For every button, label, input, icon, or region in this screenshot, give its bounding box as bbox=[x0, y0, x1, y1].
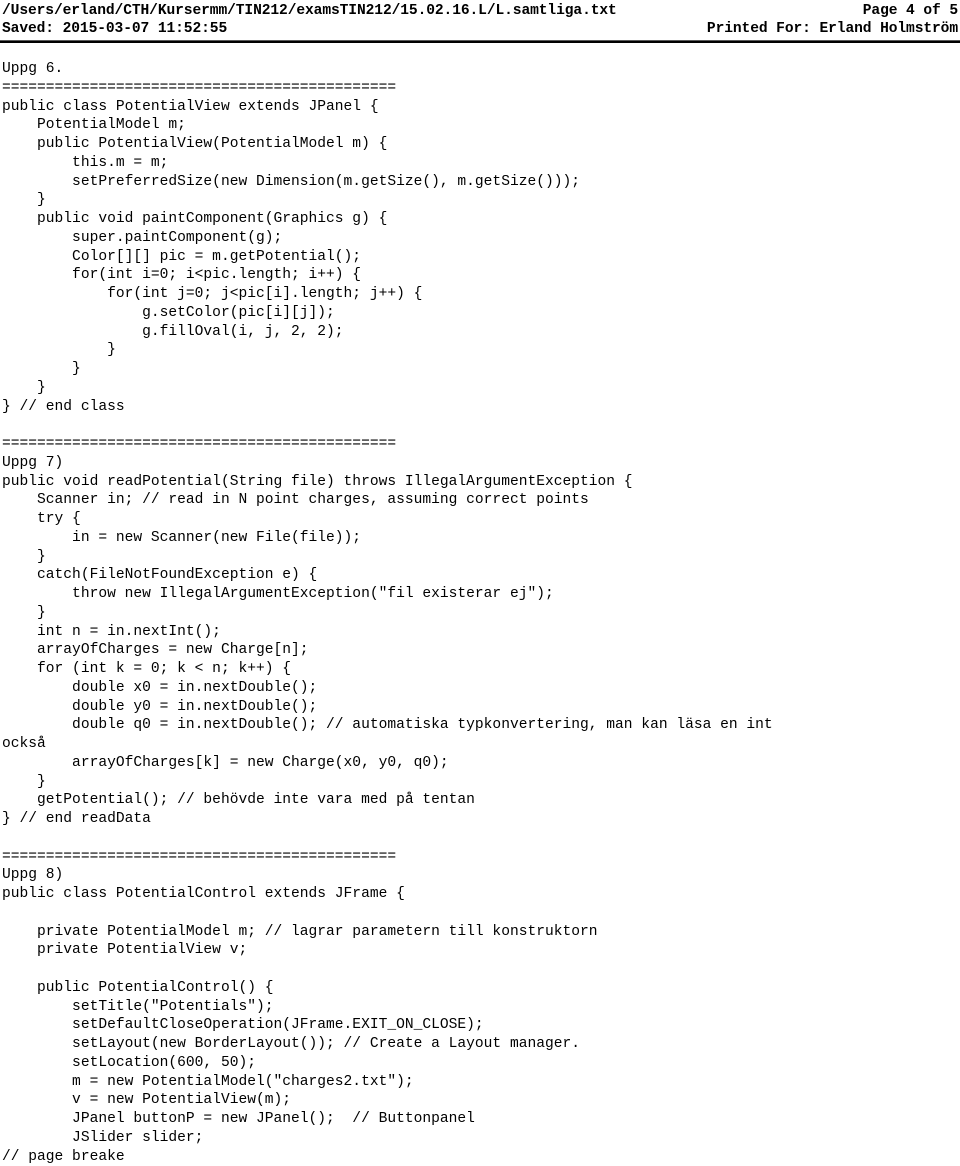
code-line: g.setColor(pic[i][j]); bbox=[2, 304, 958, 323]
print-header-row-top: /Users/erland/CTH/Kursermm/TIN212/examsT… bbox=[2, 2, 958, 20]
code-line: for(int j=0; j<pic[i].length; j++) { bbox=[2, 285, 958, 304]
code-line: ========================================… bbox=[2, 79, 958, 98]
code-line: try { bbox=[2, 510, 958, 529]
code-line: double x0 = in.nextDouble(); bbox=[2, 679, 958, 698]
print-header: /Users/erland/CTH/Kursermm/TIN212/examsT… bbox=[0, 0, 960, 38]
code-line: double q0 = in.nextDouble(); // automati… bbox=[2, 716, 958, 735]
code-line: public class PotentialControl extends JF… bbox=[2, 885, 958, 904]
code-line bbox=[2, 829, 958, 848]
code-line: private PotentialModel m; // lagrar para… bbox=[2, 923, 958, 942]
printed-for-label: Printed For: Erland Holmström bbox=[707, 20, 958, 38]
code-line: } // end readData bbox=[2, 810, 958, 829]
code-line: in = new Scanner(new File(file)); bbox=[2, 529, 958, 548]
code-line: Uppg 6. bbox=[2, 60, 958, 79]
code-line: setTitle("Potentials"); bbox=[2, 998, 958, 1017]
printed-document-page: /Users/erland/CTH/Kursermm/TIN212/examsT… bbox=[0, 0, 960, 1164]
code-line: for (int k = 0; k < n; k++) { bbox=[2, 660, 958, 679]
page-number-label: Page 4 of 5 bbox=[863, 2, 958, 20]
code-line: super.paintComponent(g); bbox=[2, 229, 958, 248]
code-line: Uppg 8) bbox=[2, 866, 958, 885]
code-line: public void readPotential(String file) t… bbox=[2, 473, 958, 492]
code-line: setLayout(new BorderLayout()); // Create… bbox=[2, 1035, 958, 1054]
code-line: } bbox=[2, 604, 958, 623]
source-code-listing: Uppg 6.=================================… bbox=[0, 60, 960, 1166]
code-line: setDefaultCloseOperation(JFrame.EXIT_ON_… bbox=[2, 1016, 958, 1035]
code-line: int n = in.nextInt(); bbox=[2, 623, 958, 642]
code-line: ========================================… bbox=[2, 435, 958, 454]
code-line: } bbox=[2, 341, 958, 360]
code-line: } bbox=[2, 773, 958, 792]
code-line: public void paintComponent(Graphics g) { bbox=[2, 210, 958, 229]
code-line: också bbox=[2, 735, 958, 754]
code-line: } bbox=[2, 379, 958, 398]
code-line bbox=[2, 904, 958, 923]
code-line: Uppg 7) bbox=[2, 454, 958, 473]
code-line: v = new PotentialView(m); bbox=[2, 1091, 958, 1110]
code-line: double y0 = in.nextDouble(); bbox=[2, 698, 958, 717]
code-line: for(int i=0; i<pic.length; i++) { bbox=[2, 266, 958, 285]
code-line: public PotentialView(PotentialModel m) { bbox=[2, 135, 958, 154]
code-line: } bbox=[2, 548, 958, 567]
code-line: arrayOfCharges[k] = new Charge(x0, y0, q… bbox=[2, 754, 958, 773]
code-line: getPotential(); // behövde inte vara med… bbox=[2, 791, 958, 810]
code-line: public PotentialControl() { bbox=[2, 979, 958, 998]
file-path-label: /Users/erland/CTH/Kursermm/TIN212/examsT… bbox=[2, 2, 617, 20]
code-line: JSlider slider; bbox=[2, 1129, 958, 1148]
code-line: this.m = m; bbox=[2, 154, 958, 173]
code-line: private PotentialView v; bbox=[2, 941, 958, 960]
code-line: JPanel buttonP = new JPanel(); // Button… bbox=[2, 1110, 958, 1129]
code-line: public class PotentialView extends JPane… bbox=[2, 98, 958, 117]
code-line: PotentialModel m; bbox=[2, 116, 958, 135]
code-line: Color[][] pic = m.getPotential(); bbox=[2, 248, 958, 267]
saved-timestamp-label: Saved: 2015-03-07 11:52:55 bbox=[2, 20, 227, 38]
header-divider-rule bbox=[0, 40, 960, 43]
code-line: Scanner in; // read in N point charges, … bbox=[2, 491, 958, 510]
code-line: arrayOfCharges = new Charge[n]; bbox=[2, 641, 958, 660]
code-line bbox=[2, 416, 958, 435]
code-line: } bbox=[2, 191, 958, 210]
code-line: setLocation(600, 50); bbox=[2, 1054, 958, 1073]
code-line: g.fillOval(i, j, 2, 2); bbox=[2, 323, 958, 342]
code-line: catch(FileNotFoundException e) { bbox=[2, 566, 958, 585]
print-header-row-bottom: Saved: 2015-03-07 11:52:55 Printed For: … bbox=[2, 20, 958, 38]
code-line: m = new PotentialModel("charges2.txt"); bbox=[2, 1073, 958, 1092]
code-line: setPreferredSize(new Dimension(m.getSize… bbox=[2, 173, 958, 192]
code-line: } // end class bbox=[2, 398, 958, 417]
code-line: throw new IllegalArgumentException("fil … bbox=[2, 585, 958, 604]
code-line: // page breake bbox=[2, 1148, 958, 1166]
code-line: ========================================… bbox=[2, 848, 958, 867]
code-line: } bbox=[2, 360, 958, 379]
code-line bbox=[2, 960, 958, 979]
